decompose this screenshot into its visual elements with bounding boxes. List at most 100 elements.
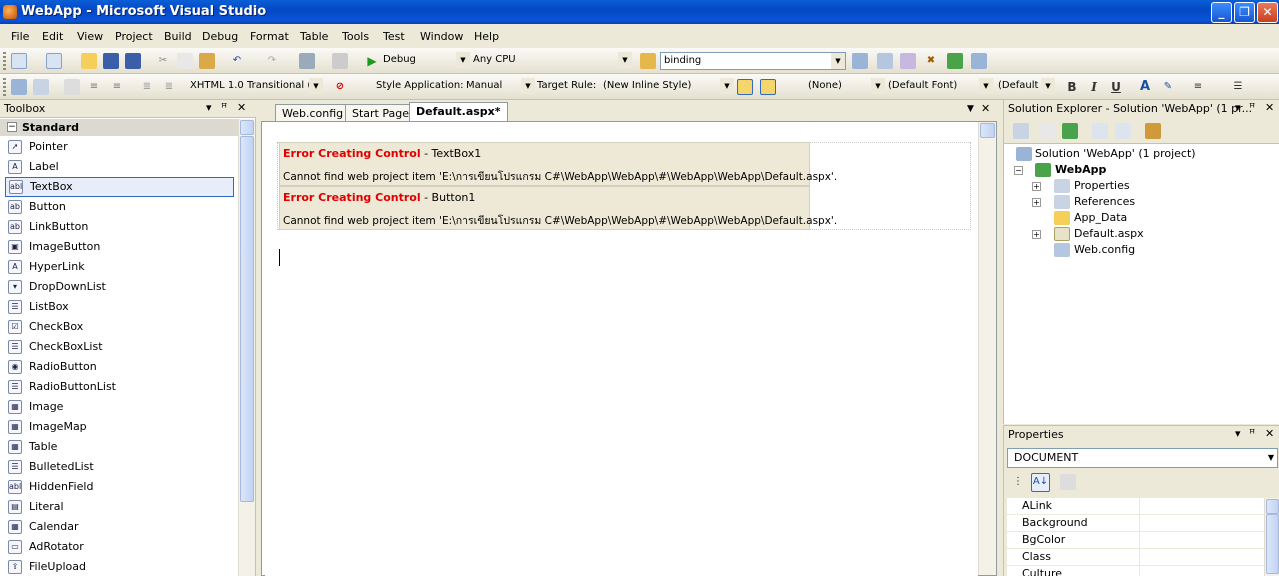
close-button[interactable]: ✕ [1257, 2, 1278, 23]
toolbox-item-image[interactable]: ▦ Image [0, 397, 238, 417]
toolbox-item-radiobuttonlist[interactable]: ☰ RadioButtonList [0, 377, 238, 397]
menu-table[interactable]: Table [300, 30, 328, 43]
tab-default-aspx[interactable]: Default.aspx* [409, 102, 508, 122]
toolbox-item-imagemap[interactable]: ▦ ImageMap [0, 417, 238, 437]
add-item-icon[interactable] [46, 53, 62, 69]
bold-button[interactable]: B [1064, 79, 1080, 95]
window-position-icon[interactable]: ▾ [1235, 427, 1241, 440]
toolbox-item-checkbox[interactable]: ☑ CheckBox [0, 317, 238, 337]
solution-explorer-icon[interactable] [852, 53, 868, 69]
object-browser-icon[interactable] [900, 53, 916, 69]
editor-scrollbar[interactable] [978, 122, 996, 575]
open-folder-icon[interactable] [81, 53, 97, 69]
tree-project-node[interactable]: − WebApp [1014, 162, 1274, 178]
tree-item-app-data[interactable]: App_Data [1014, 210, 1274, 226]
save-icon[interactable] [103, 53, 119, 69]
menu-tools[interactable]: Tools [342, 30, 369, 43]
tree-solution-node[interactable]: Solution 'WebApp' (1 project) [1014, 146, 1274, 162]
toolbox-item-hyperlink[interactable]: A HyperLink [0, 257, 238, 277]
object-selector[interactable]: DOCUMENT ▼ [1007, 448, 1278, 468]
menu-window[interactable]: Window [420, 30, 463, 43]
toolbox-item-fileupload[interactable]: ⇪ FileUpload [0, 557, 238, 576]
minimize-button[interactable]: _ [1211, 2, 1232, 23]
cut-icon[interactable]: ✂ [155, 53, 171, 69]
alphabetical-icon[interactable]: A↓ [1031, 473, 1050, 492]
categorized-icon[interactable]: ⋮ [1010, 474, 1026, 490]
toolbox-item-textbox[interactable]: abl TextBox [5, 177, 234, 197]
navigate-forward-icon[interactable] [332, 53, 348, 69]
style-application-select[interactable]: Manual ▼ [463, 78, 535, 96]
tab-web-config[interactable]: Web.config [275, 104, 351, 121]
italic-button[interactable]: I [1086, 79, 1102, 95]
property-pages-icon[interactable] [1060, 474, 1076, 490]
font-name-select[interactable]: (Default Font) ▼ [885, 78, 993, 96]
property-row-bgcolor[interactable]: BgColor [1007, 532, 1265, 549]
tree-item-web-config[interactable]: Web.config [1014, 242, 1274, 258]
tree-item-references[interactable]: + References [1014, 194, 1274, 210]
expand-icon[interactable]: + [1032, 198, 1041, 207]
paste-icon[interactable] [199, 53, 215, 69]
doctype-select[interactable]: XHTML 1.0 Transitional (▼ [187, 78, 323, 96]
reuse-style-icon[interactable] [760, 79, 776, 95]
scroll-thumb[interactable] [1266, 514, 1279, 574]
toolbox-item-dropdownlist[interactable]: ▾ DropDownList [0, 277, 238, 297]
toolbox-item-literal[interactable]: ▤ Literal [0, 497, 238, 517]
toolbox-item-button[interactable]: ab Button [0, 197, 238, 217]
window-position-icon[interactable]: ▾ [1235, 101, 1241, 114]
show-all-files-icon[interactable] [1039, 123, 1055, 139]
scroll-thumb[interactable] [240, 136, 254, 502]
toolbox-item-adrotator[interactable]: ▭ AdRotator [0, 537, 238, 557]
font-size-select[interactable]: (Default ▼ [995, 78, 1055, 96]
error-button1[interactable]: Error Creating Control - Button1 Cannot … [279, 186, 837, 230]
indent-icon[interactable]: ≡ [86, 79, 102, 95]
error-textbox1[interactable]: Error Creating Control - TextBox1 Cannot… [279, 142, 837, 186]
solution-platform-select[interactable]: Any CPU ▼ [470, 52, 632, 70]
menu-project[interactable]: Project [115, 30, 153, 43]
format-icon[interactable]: ≣ [139, 79, 155, 95]
window-position-icon[interactable]: ▾ [206, 101, 212, 114]
toolbox-item-calendar[interactable]: ▦ Calendar [0, 517, 238, 537]
justify-icon[interactable]: ≡ [1190, 79, 1206, 95]
properties-window-icon[interactable] [877, 53, 893, 69]
menu-view[interactable]: View [77, 30, 103, 43]
close-document-icon[interactable]: ✕ [981, 102, 990, 115]
scroll-up-arrow[interactable] [980, 123, 995, 138]
view-designer-icon[interactable] [1115, 123, 1131, 139]
start-page-icon[interactable] [947, 53, 963, 69]
toolbox-item-hiddenfield[interactable]: abl HiddenField [0, 477, 238, 497]
outdent-icon[interactable]: ≡ [109, 79, 125, 95]
collapse-icon[interactable]: − [1014, 166, 1023, 175]
menu-build[interactable]: Build [164, 30, 192, 43]
underline-button[interactable]: U [1108, 79, 1124, 95]
view-code-icon[interactable] [1092, 123, 1108, 139]
pin-icon[interactable]: ꟸ [1249, 101, 1255, 114]
toolbox-scrollbar[interactable] [238, 119, 255, 576]
design-surface[interactable]: Error Creating Control - TextBox1 Cannot… [265, 124, 978, 576]
property-row-class[interactable]: Class [1007, 549, 1265, 566]
new-project-icon[interactable] [11, 53, 27, 69]
highlight-icon[interactable]: ✎ [1160, 79, 1176, 95]
pin-icon[interactable]: ꟸ [221, 101, 227, 114]
tree-item-default-aspx[interactable]: + Default.aspx [1014, 226, 1274, 242]
toolbox-item-pointer[interactable]: ➚ Pointer [0, 137, 238, 157]
expand-icon[interactable]: + [1032, 230, 1041, 239]
toolbox-item-table[interactable]: ▦ Table [0, 437, 238, 457]
copy-website-icon[interactable] [1145, 123, 1161, 139]
toolbox-item-bulletedlist[interactable]: ☰ BulletedList [0, 457, 238, 477]
toolbox-item-label[interactable]: A Label [0, 157, 238, 177]
navigate-backward-icon[interactable] [299, 53, 315, 69]
property-row-culture[interactable]: Culture [1007, 566, 1265, 576]
toolbox-item-imagebutton[interactable]: ▣ ImageButton [0, 237, 238, 257]
tree-item-properties[interactable]: + Properties [1014, 178, 1274, 194]
view-designer-icon[interactable] [11, 79, 27, 95]
menu-help[interactable]: Help [474, 30, 499, 43]
close-pane-icon[interactable]: ✕ [237, 101, 246, 114]
scroll-up-arrow[interactable] [240, 120, 254, 135]
toolbox-item-linkbutton[interactable]: ab LinkButton [0, 217, 238, 237]
menu-file[interactable]: File [11, 30, 29, 43]
copy-icon[interactable] [177, 53, 193, 69]
find-input[interactable]: binding ▼ [660, 52, 846, 70]
other-windows-icon[interactable] [971, 53, 987, 69]
toolbox-icon[interactable]: ✖ [923, 53, 939, 69]
close-pane-icon[interactable]: ✕ [1265, 101, 1274, 114]
